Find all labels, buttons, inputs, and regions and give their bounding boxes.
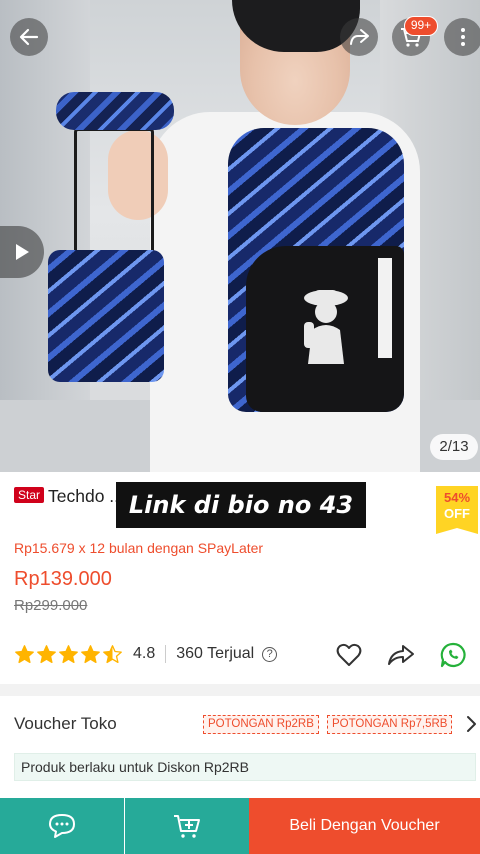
play-icon [16, 244, 29, 260]
divider [165, 645, 167, 663]
pencil-case [56, 92, 174, 130]
add-to-cart-icon [174, 815, 200, 838]
overlay-caption: Link di bio no 43 [116, 482, 366, 528]
back-button[interactable] [10, 18, 48, 56]
chat-icon [49, 814, 75, 838]
voucher-label: Voucher Toko [14, 714, 117, 733]
share-button[interactable] [340, 18, 378, 56]
rating-stars [14, 644, 123, 665]
star-seller-tag: Star [14, 487, 45, 503]
current-price: Rp139.000 [14, 568, 112, 590]
discount-off: OFF [444, 506, 470, 521]
image-counter: 2/13 [430, 434, 478, 460]
rating-value: 4.8 [133, 645, 156, 662]
backpack [228, 128, 404, 412]
backpack-label-tape [378, 258, 392, 358]
cart-badge: 99+ [404, 16, 438, 36]
bottom-action-bar: Beli Dengan Voucher [0, 798, 480, 854]
whatsapp-share-button[interactable] [438, 640, 468, 670]
star-icon [37, 644, 56, 663]
voucher-tag-1[interactable]: POTONGAN Rp2RB [203, 715, 319, 734]
whatsapp-icon [440, 642, 466, 668]
original-price: Rp299.000 [14, 597, 88, 614]
product-image[interactable] [0, 0, 480, 472]
add-to-cart-button[interactable] [125, 798, 249, 854]
more-button[interactable] [444, 18, 480, 56]
heart-icon [336, 643, 362, 666]
sold-count: 360 Terjual [176, 645, 255, 662]
more-vertical-icon [461, 28, 465, 46]
discount-percent: 54% [443, 490, 471, 505]
star-icon [103, 644, 122, 663]
voucher-note: Produk berlaku untuk Diskon Rp2RB [14, 753, 476, 781]
share-icon [388, 645, 414, 665]
favorite-button[interactable] [334, 640, 364, 670]
share-arrow-icon [350, 29, 369, 45]
arrow-left-icon [19, 28, 39, 46]
sling-strap [74, 128, 154, 258]
voucher-tag-2[interactable]: POTONGAN Rp7,5RB [327, 715, 453, 734]
chevron-right-icon[interactable] [464, 714, 478, 734]
share-product-button[interactable] [386, 640, 416, 670]
paylater-info[interactable]: Rp15.679 x 12 bulan dengan SPayLater [14, 540, 263, 556]
buy-with-voucher-button[interactable]: Beli Dengan Voucher [249, 798, 480, 854]
star-icon [59, 644, 78, 663]
sling-bag [48, 250, 164, 382]
star-icon [81, 644, 100, 663]
star-icon [15, 644, 34, 663]
discount-badge: 54% OFF [436, 486, 478, 534]
chat-button[interactable] [0, 798, 124, 854]
section-divider [0, 684, 480, 696]
question-icon[interactable]: ? [262, 646, 278, 662]
character-print-icon [304, 290, 348, 364]
